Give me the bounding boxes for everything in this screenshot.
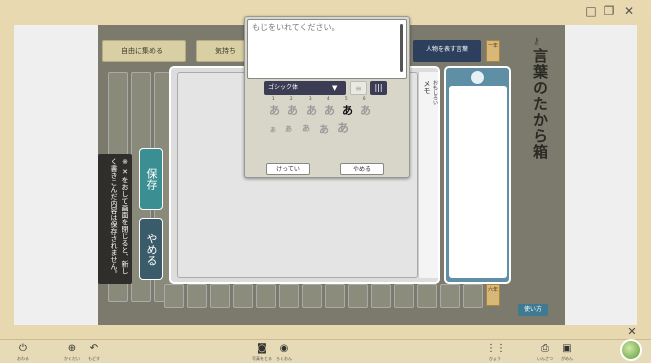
cancel-button[interactable]: やめる	[139, 218, 163, 280]
confirm-button[interactable]: けってい	[266, 163, 310, 175]
size-option-5[interactable]: あ	[340, 102, 355, 117]
word-card[interactable]	[449, 86, 507, 278]
word-cell	[325, 284, 345, 308]
weight-option-1[interactable]: あ	[270, 125, 276, 138]
tab-free-collect[interactable]: 自由に集める	[102, 40, 186, 62]
close-board-icon[interactable]: ✕	[626, 326, 638, 338]
power-icon[interactable]: ⏻	[14, 343, 32, 354]
undo-icon[interactable]: ↶	[85, 343, 103, 354]
compass-icon[interactable]	[470, 70, 485, 85]
app-title: 言葉のたから箱	[531, 48, 549, 160]
tab-feelings[interactable]: 気持ち	[196, 40, 248, 62]
vertical-text-button[interactable]: |||	[370, 81, 387, 95]
word-cell	[394, 284, 414, 308]
print-label: いんさつ	[537, 356, 553, 361]
memo-label: メモ	[423, 80, 431, 94]
horizontal-text-button[interactable]: ≡	[350, 81, 367, 95]
tab-label: 気持ち	[215, 47, 236, 55]
tab-label: 自由に集める	[121, 47, 163, 55]
undo-label: もどす	[88, 356, 100, 361]
camera-label: 写真をとる	[252, 356, 272, 361]
size-option-3[interactable]: あ	[304, 102, 319, 117]
size-number: 2	[290, 96, 293, 101]
close-icon[interactable]: ✕	[622, 4, 636, 18]
size-number: 1	[272, 96, 275, 101]
text-input-scrollbar[interactable]	[400, 24, 403, 72]
word-cell	[187, 284, 207, 308]
weight-option-2[interactable]: あ	[285, 124, 292, 137]
word-cell	[164, 284, 184, 308]
grade-top-badge[interactable]: 一年	[486, 40, 500, 62]
word-cell	[233, 284, 253, 308]
howto-button[interactable]: 使い方	[518, 304, 548, 316]
word-cell	[256, 284, 276, 308]
camera-icon[interactable]: ◙	[253, 343, 271, 354]
word-cell	[302, 284, 322, 308]
grid-label: ひょう	[489, 356, 501, 361]
size-number: 3	[309, 96, 312, 101]
grid-icon[interactable]: ⋮⋮	[486, 343, 506, 354]
restore-icon[interactable]: ❐	[602, 4, 616, 18]
weight-option-3[interactable]: あ	[302, 123, 310, 136]
word-cell	[279, 284, 299, 308]
size-option-2[interactable]: あ	[285, 102, 300, 117]
word-cell	[463, 284, 483, 308]
unsaved-warning: ※ ✕をおして画面を閉じると、新しく書きこんだ内容は保存されません。	[98, 154, 132, 284]
grade-bottom-badge[interactable]: 六年	[486, 284, 500, 306]
size-option-4[interactable]: あ	[322, 102, 337, 117]
save-button[interactable]: 保存	[139, 148, 163, 210]
minimize-icon[interactable]: □	[584, 4, 598, 18]
power-label: おわる	[17, 356, 29, 361]
size-number: 4	[327, 96, 330, 101]
word-cell	[440, 284, 460, 308]
globe-icon[interactable]	[620, 339, 642, 361]
text-input[interactable]: もじをいれてください。	[247, 19, 407, 79]
word-cell	[348, 284, 368, 308]
tab-label: 人物を表す言葉	[425, 46, 468, 53]
zoom-icon[interactable]: ⊕	[63, 343, 81, 354]
dialog-cancel-button[interactable]: やめる	[340, 163, 384, 175]
tab-person-words[interactable]: 人物を表す言葉	[413, 40, 481, 62]
weight-option-5[interactable]: あ	[337, 119, 349, 135]
size-option-6[interactable]: あ	[358, 102, 373, 117]
zoom-label: かくだい	[64, 356, 80, 361]
right-margin	[565, 25, 637, 325]
screen-label: がめん	[561, 356, 573, 361]
weight-option-4[interactable]: あ	[319, 121, 329, 136]
chevron-down-icon: ▼	[332, 84, 338, 92]
memo-sub-label: おもしろい	[432, 80, 438, 105]
key-icon: ⚷	[533, 37, 540, 47]
word-cell	[210, 284, 230, 308]
size-number: 6	[363, 96, 366, 101]
size-option-1[interactable]: あ	[267, 102, 282, 117]
print-icon[interactable]: ⎙	[536, 343, 554, 354]
word-cell	[417, 284, 437, 308]
record-label: ろくおん	[276, 356, 292, 361]
screen-icon[interactable]: ▣	[558, 343, 576, 354]
size-number: 5	[345, 96, 348, 101]
word-cell	[371, 284, 391, 308]
left-margin	[14, 25, 98, 325]
record-icon[interactable]: ◉	[275, 343, 293, 354]
